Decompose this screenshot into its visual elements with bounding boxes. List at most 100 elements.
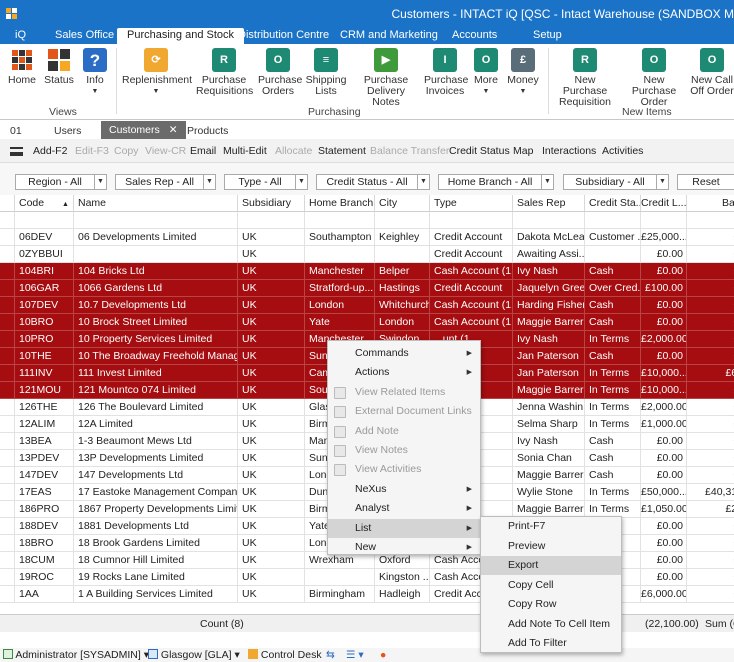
list-submenu-item-copy-cell[interactable]: Copy Cell	[481, 576, 621, 595]
table-cell: UK	[238, 433, 305, 450]
money-button[interactable]: £ Money ▼	[506, 48, 540, 97]
view-button[interactable]: View-CR	[145, 145, 186, 157]
list-submenu-item-print-f7[interactable]: Print-F7	[481, 517, 621, 536]
new-call-off-order-button[interactable]: O New Call Off Order	[690, 48, 734, 97]
purchase-invoices-button[interactable]: I Purchase Invoices	[424, 48, 468, 97]
list-submenu-item-export[interactable]: Export	[481, 556, 621, 575]
context-menu-item-analyst[interactable]: Analyst ▶	[328, 499, 480, 518]
region-filter[interactable]: Region - All ▼	[15, 174, 107, 190]
context-menu-item-commands[interactable]: Commands ▶	[328, 344, 480, 363]
context-menu-item-view-notes[interactable]: View Notes	[328, 441, 480, 460]
sync-icon[interactable]: ⇆	[326, 649, 335, 661]
more-button[interactable]: O More ▼	[472, 48, 500, 97]
column-header-2[interactable]: Subsidiary	[238, 195, 305, 212]
list-submenu-item-add-to-filter[interactable]: Add To Filter	[481, 634, 621, 653]
allocate-button[interactable]: Allocate	[275, 145, 312, 157]
context-menu-item-new[interactable]: New ▶	[328, 538, 480, 557]
list-submenu-item-copy-row[interactable]: Copy Row	[481, 595, 621, 614]
shipping-lists-button[interactable]: ≡ Shipping Lists	[304, 48, 348, 97]
purchase-delivery-notes-button[interactable]: ▶ Purchase Delivery Notes	[354, 48, 418, 108]
menu-accounts[interactable]: Accounts	[452, 29, 497, 41]
info-button[interactable]: ? Info ▼	[82, 48, 108, 97]
edit-button[interactable]: Edit-F3	[75, 145, 109, 157]
menu-crm-and-marketing[interactable]: CRM and Marketing	[340, 29, 438, 41]
column-header-4[interactable]: City	[375, 195, 430, 212]
balance-transfer-button[interactable]: Balance Transfer	[370, 145, 449, 157]
activities-button[interactable]: Activities	[602, 145, 643, 157]
purchase-orders-button[interactable]: O Purchase Orders	[258, 48, 302, 97]
grid-filter-row[interactable]	[0, 212, 734, 229]
tab-products[interactable]: Products	[187, 125, 228, 137]
notification-icon[interactable]: ●	[380, 649, 386, 661]
interactions-button[interactable]: Interactions	[542, 145, 596, 157]
table-row[interactable]: 104BRI 104 Bricks Ltd UK Manchester Belper Ca…	[0, 263, 734, 280]
status-button[interactable]: Status	[42, 48, 76, 86]
table-row[interactable]: 10BRO 10 Brock Street Limited UK Yate London…	[0, 314, 734, 331]
context-menu-item-actions[interactable]: Actions ▶	[328, 363, 480, 382]
context-menu-item-external-document-links[interactable]: External Document Links	[328, 402, 480, 421]
purchase-requisitions-button[interactable]: R Purchase Requisitions	[196, 48, 253, 97]
settings-icon[interactable]: ☰ ▾	[346, 649, 364, 661]
control-desk-button[interactable]: Control Desk	[248, 649, 322, 661]
column-header-0[interactable]: Code ▲	[15, 195, 74, 212]
sales-rep-filter[interactable]: Sales Rep - All ▼	[115, 174, 216, 190]
table-cell: Cash	[585, 297, 641, 314]
column-header-label: Type	[434, 197, 457, 209]
hamburger-menu-icon[interactable]	[10, 147, 23, 156]
close-tab-icon[interactable]: ✕	[169, 124, 178, 136]
statement-button[interactable]: Statement	[318, 145, 366, 157]
menu-sales-office[interactable]: Sales Office	[55, 29, 114, 41]
context-menu-item-view-activities[interactable]: View Activities	[328, 460, 480, 479]
list-submenu-item-add-note-to-cell-item[interactable]: Add Note To Cell Item	[481, 615, 621, 634]
home-branch-filter[interactable]: Home Branch - All ▼	[438, 174, 554, 190]
table-row[interactable]: 06DEV 06 Developments Limited UK Southampto…	[0, 229, 734, 246]
multi-edit-button[interactable]: Multi-Edit	[223, 145, 267, 157]
column-header-5[interactable]: Type	[430, 195, 513, 212]
column-header-1[interactable]: Name	[74, 195, 238, 212]
context-menu-item-list[interactable]: List ▶	[328, 518, 480, 538]
new-purchase-order-button[interactable]: O New Purchase Order	[622, 48, 686, 108]
new-purchase-requisition-button[interactable]: R New Purchase Requisition	[553, 48, 617, 108]
menu-setup[interactable]: Setup	[533, 29, 562, 41]
tab-01[interactable]: 01	[10, 125, 22, 137]
table-row[interactable]: 0ZYBBUI UK Credit Account Awaiting Assi... £…	[0, 246, 734, 263]
shipping-lists-label-2: Lists	[315, 85, 337, 97]
user-label: Administrator [SYSADMIN]	[15, 649, 141, 661]
email-button[interactable]: Email	[190, 145, 216, 157]
user-indicator[interactable]: Administrator [SYSADMIN] ▾	[3, 649, 149, 661]
chevron-down-icon: ▼	[203, 175, 215, 189]
type-filter[interactable]: Type - All ▼	[224, 174, 308, 190]
branch-indicator[interactable]: Glasgow [GLA] ▾	[148, 649, 240, 661]
map-button[interactable]: Map	[513, 145, 533, 157]
table-cell: 111 Invest Limited	[74, 365, 238, 382]
menu-distribution-centre[interactable]: Distribution Centre	[238, 29, 329, 41]
column-header-6[interactable]: Sales Rep	[513, 195, 585, 212]
table-row[interactable]: 1AA 1 A Building Services Limited UK Birmin…	[0, 586, 734, 603]
menu-iq[interactable]: iQ	[15, 29, 26, 41]
home-button[interactable]: Home	[6, 48, 38, 86]
table-row[interactable]: 106GAR 1066 Gardens Ltd UK Stratford-up... H…	[0, 280, 734, 297]
subsidiary-filter[interactable]: Subsidiary - All ▼	[563, 174, 669, 190]
add-button[interactable]: Add-F2	[33, 145, 67, 157]
replenishment-icon: ⟳	[144, 48, 168, 72]
credit-limit-sum: (22,100.00)	[645, 618, 699, 630]
table-row[interactable]: 107DEV 10.7 Developments Ltd UK London Whitc…	[0, 297, 734, 314]
context-menu-item-nexus[interactable]: NeXus ▶	[328, 480, 480, 499]
credit-status-filter[interactable]: Credit Status - All ▼	[316, 174, 430, 190]
replenishment-button[interactable]: ⟳ Replenishment ▼	[122, 48, 192, 97]
column-header-8[interactable]: Credit L...	[641, 195, 687, 212]
tab-users[interactable]: Users	[54, 125, 81, 137]
credit-status-button[interactable]: Credit Status	[449, 145, 510, 157]
copy-button[interactable]: Copy	[114, 145, 139, 157]
table-row[interactable]: 19ROC 19 Rocks Lane Limited UK Kingston ...…	[0, 569, 734, 586]
column-header-3[interactable]: Home Branch	[305, 195, 375, 212]
reset-button[interactable]: Reset	[677, 174, 734, 190]
table-cell: In Terms	[585, 484, 641, 501]
context-menu-item-view-related-items[interactable]: View Related Items	[328, 383, 480, 402]
context-menu-item-add-note[interactable]: Add Note	[328, 422, 480, 441]
list-submenu-item-preview[interactable]: Preview	[481, 537, 621, 556]
menu-purchasing-and-stock[interactable]: Purchasing and Stock	[117, 28, 245, 44]
column-header-7[interactable]: Credit Sta...	[585, 195, 641, 212]
column-header-9[interactable]: Bala	[687, 195, 734, 212]
tab-customers[interactable]: Customers ✕	[101, 121, 186, 139]
